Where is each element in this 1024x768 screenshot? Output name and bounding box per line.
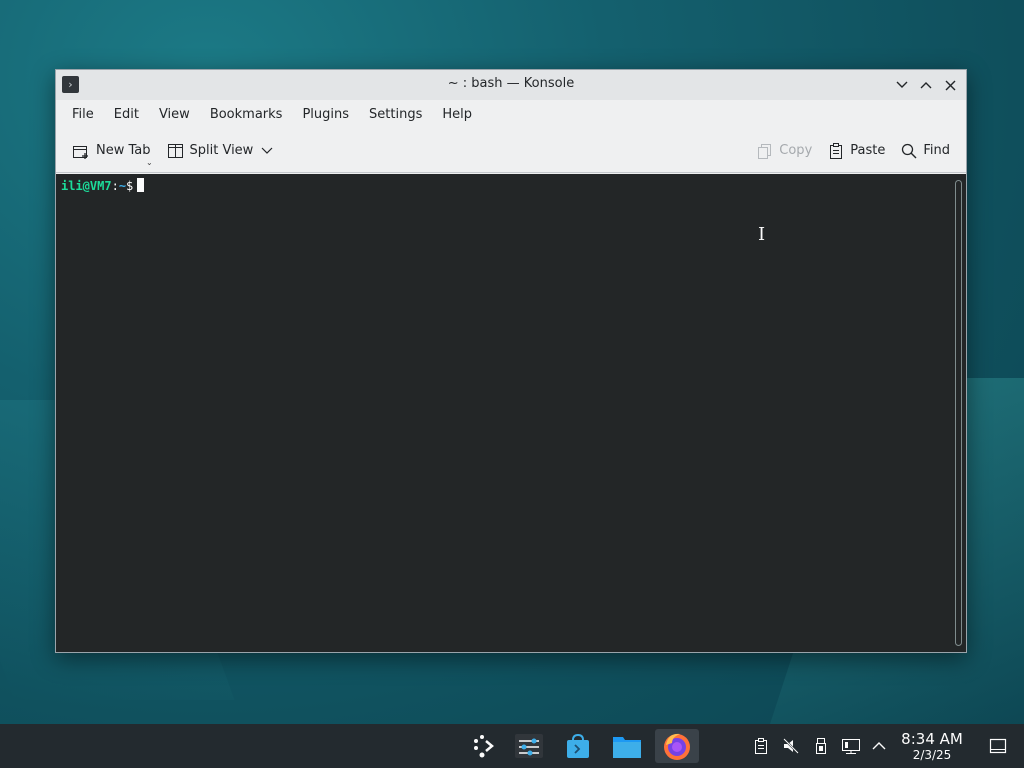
network-icon[interactable] [841,736,861,756]
split-view-label: Split View [189,143,254,158]
text-cursor [137,178,145,192]
copy-label: Copy [779,143,813,158]
chevron-down-icon [261,147,273,154]
chevron-up-icon [920,82,932,89]
menu-edit[interactable]: Edit [104,103,149,126]
split-view-button[interactable]: Split View [159,139,262,163]
window-title: ~ : bash — Konsole [447,76,575,91]
clock-time: 8:34 AM [901,730,963,748]
toolbar: New Tab ⌄ Split View Copy Paste Find [56,129,966,173]
search-icon [902,143,917,158]
chevron-down-icon [896,81,908,88]
maximize-button[interactable] [916,75,936,95]
terminal-area[interactable]: ili@VM7:~$ I [56,174,966,652]
copy-icon [758,143,772,159]
menu-file[interactable]: File [62,103,104,126]
mouse-ibeam-icon: I [758,224,766,245]
new-tab-label: New Tab [96,143,151,158]
find-label: Find [923,143,950,158]
taskbar: 8:34 AM 2/3/25 [0,724,1024,768]
usb-device-icon[interactable] [811,736,831,756]
split-view-icon [167,143,183,158]
dolphin-files-icon[interactable] [609,729,645,763]
paste-icon [830,142,843,159]
clock-date: 2/3/25 [912,748,952,762]
prompt-sign: $ [126,179,134,193]
menu-bookmarks[interactable]: Bookmarks [200,103,293,126]
show-desktop-icon[interactable] [988,736,1008,756]
paste-button[interactable]: Paste [820,139,893,163]
volume-muted-icon[interactable] [781,736,801,756]
clock[interactable]: 8:34 AM 2/3/25 [896,730,968,763]
paste-label: Paste [850,143,886,158]
close-button[interactable] [940,75,960,95]
menu-plugins[interactable]: Plugins [292,103,359,126]
tray-expand-icon[interactable] [869,736,889,756]
discover-store-icon[interactable] [560,729,596,763]
title-bar[interactable]: › ~ : bash — Konsole [56,70,966,100]
menu-settings[interactable]: Settings [359,103,432,126]
dropdown-indicator-icon: ⌄ [146,157,153,167]
split-view-menu-button[interactable] [261,143,281,159]
menu-help[interactable]: Help [432,103,482,126]
prompt-line: ili@VM7:~$ [61,178,145,193]
minimize-button[interactable] [892,75,912,95]
scrollbar[interactable] [955,180,962,646]
system-settings-icon[interactable] [511,729,547,763]
prompt-path: ~ [118,179,127,193]
menu-view[interactable]: View [149,103,200,126]
clipboard-icon[interactable] [751,736,771,756]
close-icon [945,80,955,90]
menu-bar: File Edit View Bookmarks Plugins Setting… [56,100,966,129]
application-launcher-icon[interactable] [464,729,500,763]
prompt-separator: : [111,179,119,193]
prompt-user-host: ili@VM7 [61,179,112,193]
copy-button[interactable]: Copy [749,139,820,163]
find-button[interactable]: Find [893,139,958,163]
new-tab-button[interactable]: New Tab ⌄ [64,139,159,167]
new-tab-icon [73,145,88,159]
firefox-icon[interactable] [655,729,699,763]
konsole-window: › ~ : bash — Konsole File Edit View Book… [55,69,967,653]
